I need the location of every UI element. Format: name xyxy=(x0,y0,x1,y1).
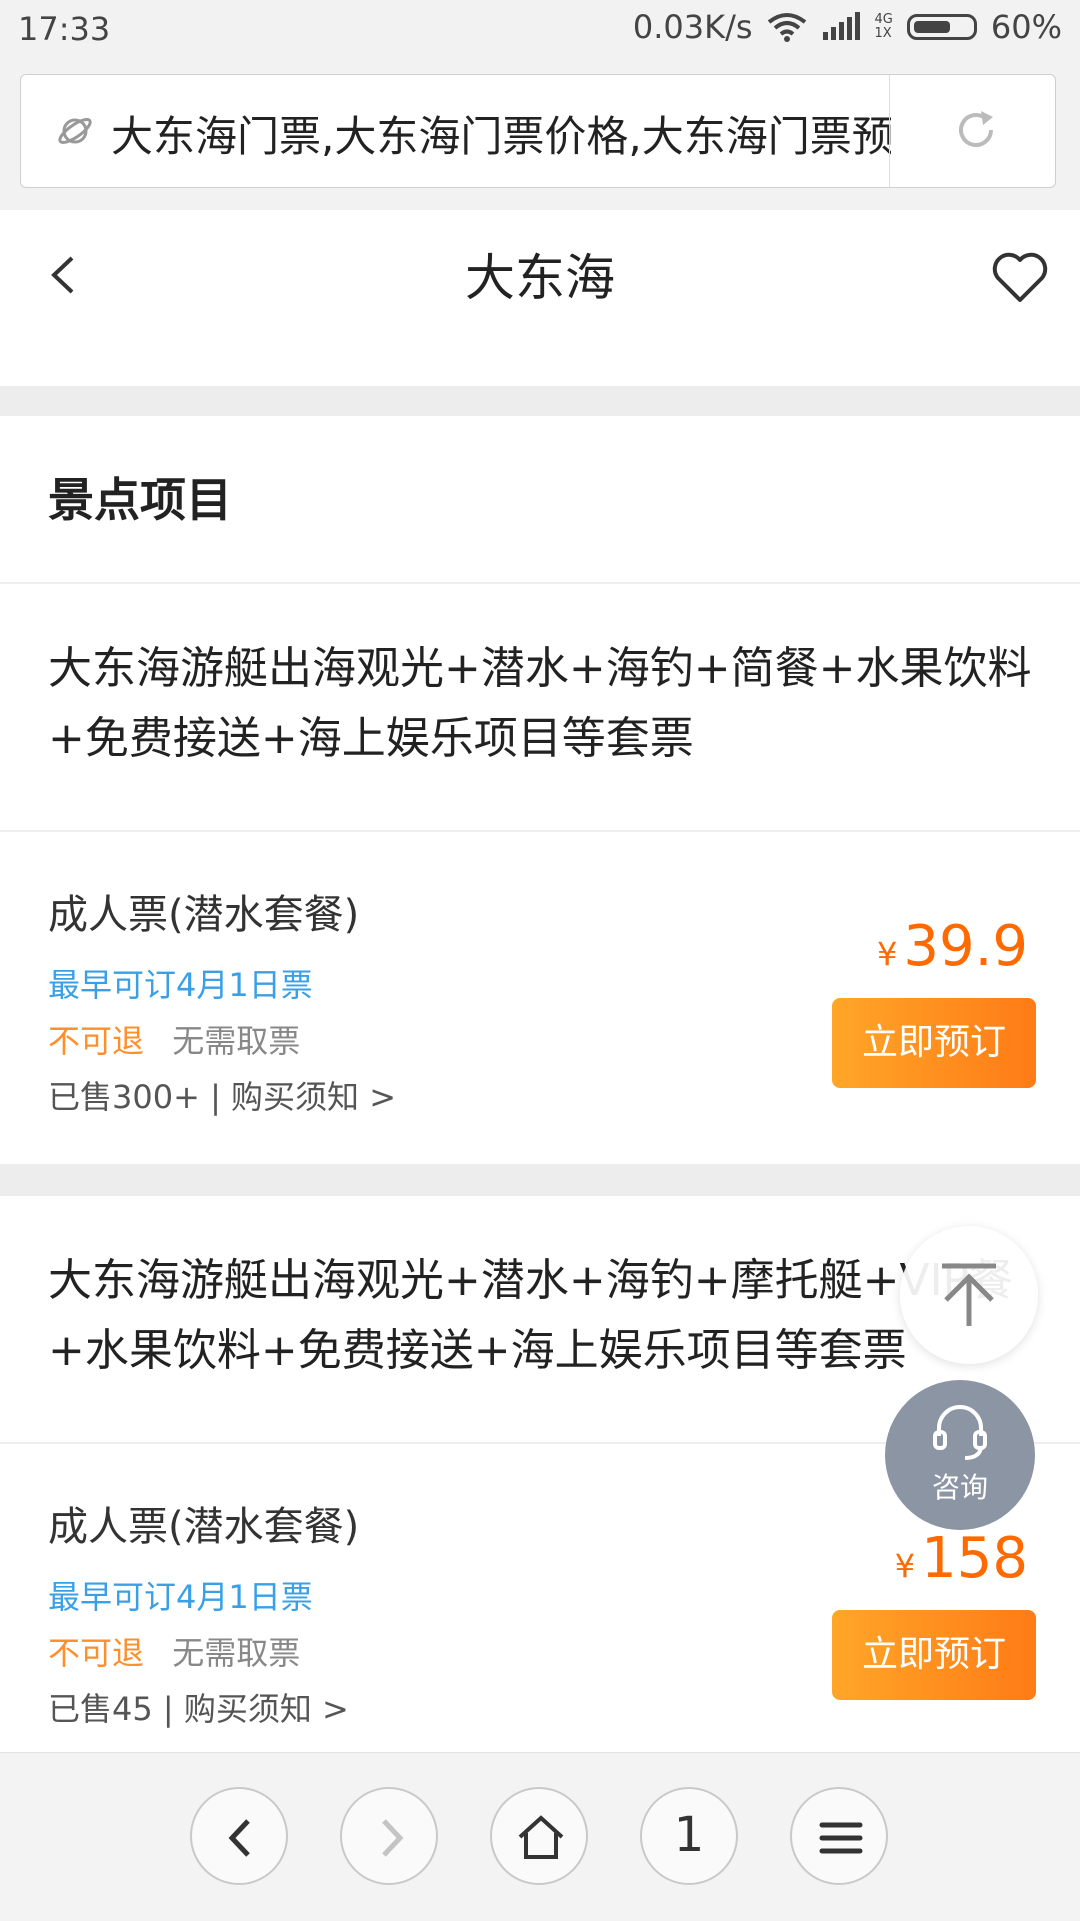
content-strip xyxy=(0,342,1080,386)
earliest-date: 最早可订4月1日票 xyxy=(48,1578,313,1616)
currency-symbol: ¥ xyxy=(876,935,898,973)
network-type: 4G 1X xyxy=(875,13,893,41)
pickup-tag: 无需取票 xyxy=(172,1634,301,1672)
network-speed: 0.03K/s xyxy=(632,8,753,46)
package-title: 大东海游艇出海观光+潜水+海钓+简餐+水果饮料+免费接送+海上娱乐项目等套票 xyxy=(48,643,1032,764)
wifi-icon xyxy=(767,13,806,42)
battery-icon xyxy=(906,14,977,40)
section-divider xyxy=(0,1166,1080,1196)
sold-and-notice-link[interactable]: 已售45 | 购买须知 > xyxy=(48,1684,349,1730)
sold-and-notice-link[interactable]: 已售300+ | 购买须知 > xyxy=(48,1072,396,1118)
ticket-tags: 不可退 无需取票 xyxy=(48,1628,300,1674)
consult-label: 咨询 xyxy=(931,1471,988,1504)
tab-count: 1 xyxy=(673,1807,705,1863)
network-type-bottom: 1X xyxy=(874,26,892,41)
refund-tag: 不可退 xyxy=(48,1634,145,1672)
ticket-row[interactable]: 成人票(潜水套餐) 最早可订4月1日票 不可退 无需取票 已售300+ | 购买… xyxy=(0,832,1080,1166)
page-header: 大东海 xyxy=(0,210,1080,342)
headset-icon xyxy=(933,1405,987,1460)
url-text[interactable]: 大东海门票,大东海门票价格,大东海门票预订 xyxy=(111,103,891,164)
url-divider xyxy=(889,75,890,187)
ticket-price: ¥39.9 xyxy=(877,914,1028,979)
earliest-date: 最早可订4月1日票 xyxy=(48,966,313,1004)
chevron-left-icon xyxy=(228,1819,250,1857)
network-type-top: 4G xyxy=(874,12,893,27)
book-now-button[interactable]: 立即预订 xyxy=(832,998,1036,1088)
section-title: 景点项目 xyxy=(48,473,232,527)
price-value: 39.9 xyxy=(903,914,1028,979)
ticket-name: 成人票(潜水套餐) xyxy=(48,892,360,938)
back-button[interactable] xyxy=(190,1787,288,1885)
currency-symbol: ¥ xyxy=(894,1547,916,1585)
arrow-up-icon xyxy=(942,1263,996,1326)
chevron-right-icon xyxy=(382,1819,404,1857)
menu-icon xyxy=(819,1822,863,1854)
section-header: 景点项目 xyxy=(0,416,1080,584)
battery-level: 60% xyxy=(990,8,1062,46)
price-value: 158 xyxy=(921,1526,1028,1591)
page-title: 大东海 xyxy=(465,249,615,307)
refresh-icon[interactable] xyxy=(951,105,1001,155)
home-button[interactable] xyxy=(490,1787,588,1885)
ticket-tags: 不可退 无需取票 xyxy=(48,1016,300,1062)
package-title: 大东海游艇出海观光+潜水+海钓+摩托艇+VIP餐+水果饮料+免费接送+海上娱乐项… xyxy=(48,1255,1014,1376)
book-now-button[interactable]: 立即预订 xyxy=(832,1610,1036,1700)
browser-toolbar: 大东海门票,大东海门票价格,大东海门票预订 xyxy=(0,62,1080,211)
package-title-card[interactable]: 大东海游艇出海观光+潜水+海钓+简餐+水果饮料+免费接送+海上娱乐项目等套票 xyxy=(0,584,1080,832)
favorite-heart-icon[interactable] xyxy=(990,248,1050,308)
refund-tag: 不可退 xyxy=(48,1022,145,1060)
status-bar: 17:33 0.03K/s 4G 1X 60% xyxy=(0,0,1080,62)
ticket-name: 成人票(潜水套餐) xyxy=(48,1504,360,1550)
browser-bottom-bar: 1 xyxy=(0,1752,1080,1921)
home-icon xyxy=(518,1815,564,1859)
forward-button[interactable] xyxy=(340,1787,438,1885)
section-divider xyxy=(0,386,1080,416)
pickup-tag: 无需取票 xyxy=(172,1022,301,1060)
signal-icon xyxy=(822,12,860,40)
tabs-button[interactable]: 1 xyxy=(640,1787,738,1885)
scroll-to-top-button[interactable] xyxy=(900,1226,1038,1364)
menu-button[interactable] xyxy=(790,1787,888,1885)
consult-button[interactable]: 咨询 xyxy=(885,1380,1035,1530)
ticket-price: ¥158 xyxy=(895,1526,1028,1591)
status-time: 17:33 xyxy=(18,10,111,48)
planet-icon xyxy=(58,118,92,144)
url-bar[interactable]: 大东海门票,大东海门票价格,大东海门票预订 xyxy=(20,74,1056,188)
status-icons: 0.03K/s 4G 1X 60% xyxy=(633,8,1062,46)
